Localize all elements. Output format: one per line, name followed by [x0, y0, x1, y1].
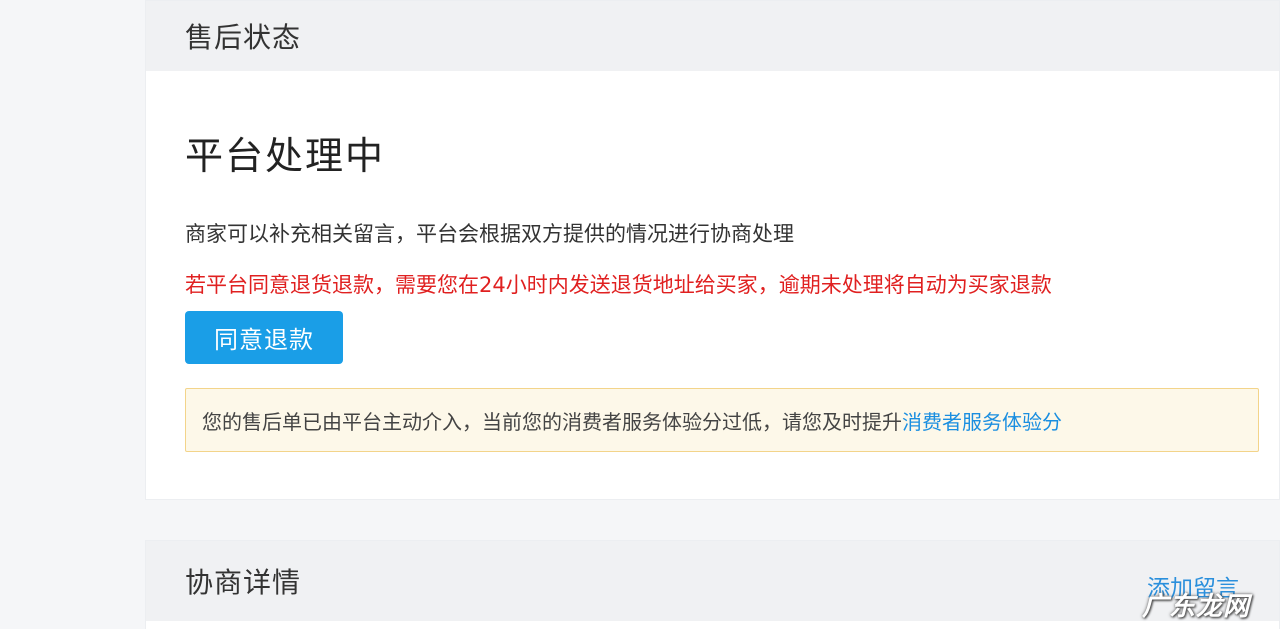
after-sale-status-card: 售后状态 平台处理中 商家可以补充相关留言，平台会根据双方提供的情况进行协商处理…	[145, 0, 1280, 500]
page: 售后状态 平台处理中 商家可以补充相关留言，平台会根据双方提供的情况进行协商处理…	[0, 0, 1280, 629]
status-description: 商家可以补充相关留言，平台会根据双方提供的情况进行协商处理	[185, 222, 794, 246]
processing-status-title: 平台处理中	[185, 134, 386, 178]
platform-intervention-notice: 您的售后单已由平台主动介入，当前您的消费者服务体验分过低，请您及时提升 消费者服务…	[185, 388, 1259, 452]
watermark: 广东龙网	[1141, 592, 1250, 622]
negotiation-detail-card: 协商详情 添加留言	[145, 540, 1280, 629]
notice-text: 您的售后单已由平台主动介入，当前您的消费者服务体验分过低，请您及时提升	[202, 409, 902, 434]
detail-card-header: 协商详情 添加留言	[146, 541, 1279, 621]
agree-refund-button[interactable]: 同意退款	[185, 311, 343, 364]
detail-card-title: 协商详情	[185, 566, 302, 599]
refund-warning-text: 若平台同意退货退款，需要您在24小时内发送退货地址给买家，逾期未处理将自动为买家…	[185, 273, 1052, 297]
status-card-header: 售后状态	[146, 1, 1279, 71]
status-card-title: 售后状态	[185, 21, 302, 54]
service-score-link[interactable]: 消费者服务体验分	[902, 406, 1062, 435]
